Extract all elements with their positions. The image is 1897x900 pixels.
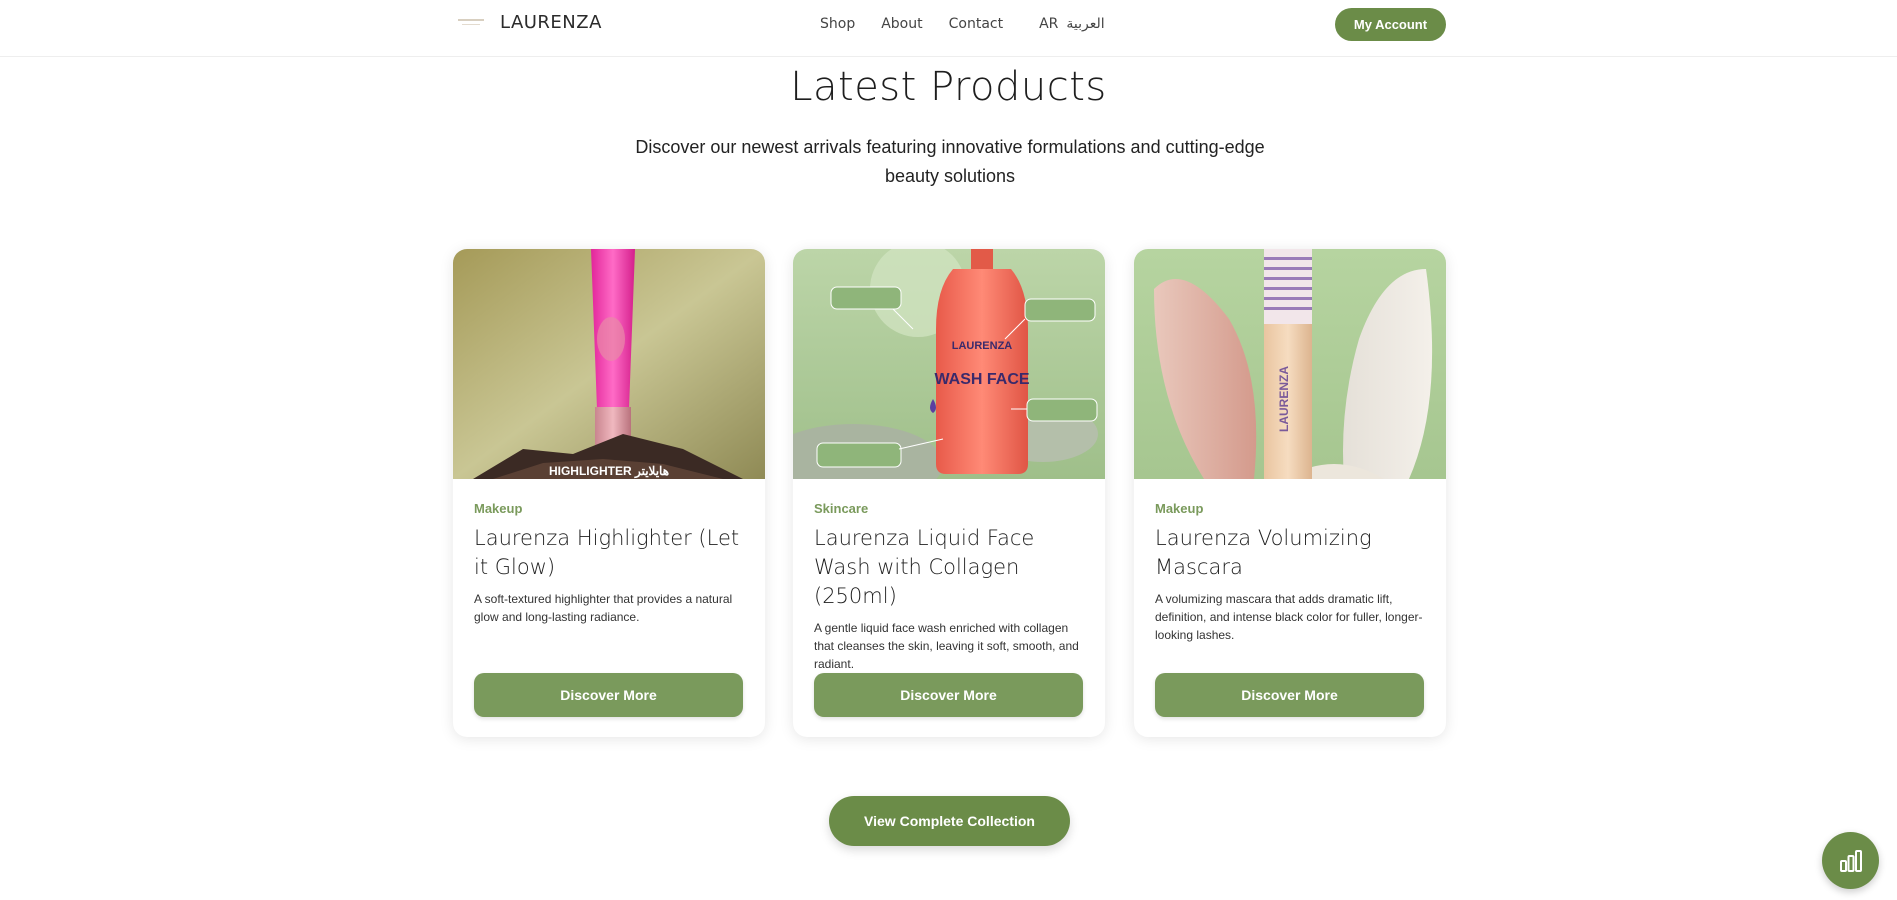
view-complete-collection-button[interactable]: View Complete Collection	[829, 796, 1070, 846]
discover-more-button[interactable]: Discover More	[814, 673, 1083, 717]
product-title[interactable]: Laurenza Liquid Face Wash with Collagen …	[814, 524, 1084, 611]
site-header: LAURENZA Shop About Contact AR العربية M…	[0, 0, 1897, 57]
product-image-face-wash[interactable]: LAURENZA WASH FACE	[793, 249, 1105, 479]
section-subtitle: Discover our newest arrivals featuring i…	[635, 137, 1265, 186]
bar-chart-icon	[1839, 849, 1862, 872]
nav-contact[interactable]: Contact	[949, 16, 1003, 32]
lang-code: AR	[1039, 16, 1059, 32]
image-caption: HIGHLIGHTER هايلايتر	[549, 464, 669, 479]
analytics-fab[interactable]	[1822, 832, 1879, 889]
nav-about[interactable]: About	[881, 16, 922, 32]
highlighter-illustration: HIGHLIGHTER هايلايتر	[453, 249, 765, 479]
mascara-brand: LAURENZA	[1277, 366, 1291, 432]
product-title[interactable]: Laurenza Volumizing Mascara	[1155, 524, 1425, 582]
lang-native: العربية	[1066, 16, 1105, 32]
nav-shop[interactable]: Shop	[820, 16, 855, 32]
face-wash-illustration: LAURENZA WASH FACE	[793, 249, 1105, 479]
brand[interactable]: LAURENZA	[456, 12, 602, 33]
main-nav: Shop About Contact AR العربية	[820, 16, 1105, 32]
brand-logo	[456, 13, 486, 33]
product-category[interactable]: Skincare	[814, 501, 1084, 516]
product-image-mascara[interactable]: LAURENZA	[1134, 249, 1446, 479]
product-description: A gentle liquid face wash enriched with …	[814, 621, 1079, 671]
section-title: Latest Products	[790, 64, 1107, 110]
product-image-highlighter[interactable]: HIGHLIGHTER هايلايتر	[453, 249, 765, 479]
mascara-illustration: LAURENZA	[1134, 249, 1446, 479]
product-description: A volumizing mascara that adds dramatic …	[1155, 592, 1423, 642]
product-category[interactable]: Makeup	[1155, 501, 1425, 516]
brand-name: LAURENZA	[500, 12, 602, 33]
product-card: LAURENZA Makeup Laurenza Volumizing Masc…	[1134, 249, 1446, 737]
product-title[interactable]: Laurenza Highlighter (Let it Glow)	[474, 524, 744, 582]
bottle-brand: LAURENZA	[952, 340, 1013, 352]
product-card: LAURENZA WASH FACE Skincare Laurenza Liq…	[793, 249, 1105, 737]
my-account-button[interactable]: My Account	[1335, 8, 1446, 41]
discover-more-button[interactable]: Discover More	[474, 673, 743, 717]
language-switch[interactable]: AR العربية	[1039, 16, 1105, 32]
bottle-product: WASH FACE	[934, 371, 1029, 388]
discover-more-button[interactable]: Discover More	[1155, 673, 1424, 717]
product-card: HIGHLIGHTER هايلايتر Makeup Laurenza Hig…	[453, 249, 765, 737]
product-description: A soft-textured highlighter that provide…	[474, 592, 733, 624]
product-category[interactable]: Makeup	[474, 501, 744, 516]
